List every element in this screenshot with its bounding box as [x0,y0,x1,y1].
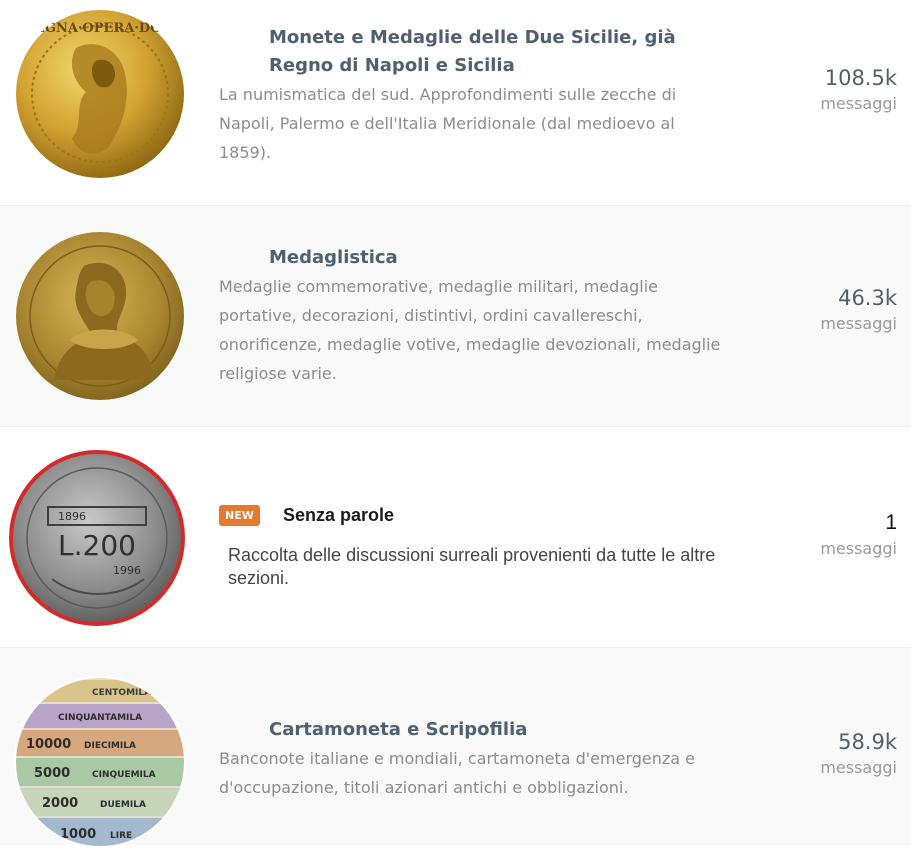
forum-description: Raccolta delle discussioni surreali prov… [228,545,716,588]
forum-row: 1896 L.200 1996 NEW Senza parole Raccolt… [0,427,911,648]
post-count: 1 [885,511,897,534]
forum-title-link[interactable]: Senza parole [283,505,394,525]
forum-row: REGNA·OPERA·DOM Monete e Medaglie delle … [0,0,911,206]
note-label: CINQUEMILA [92,770,156,780]
forum-stats: 58.9k messaggi [787,728,897,780]
forum-content: Cartamoneta e Scripofilia Banconote ital… [219,716,739,802]
coin-inscription: REGNA·OPERA·DOM [24,21,176,36]
post-count: 108.5k [824,66,897,90]
forum-row: Medaglistica Medaglie commemorative, med… [0,206,911,427]
post-count-label: messaggi [820,758,897,777]
forum-thumbnail-silver-coin[interactable]: 1896 L.200 1996 [8,449,186,627]
forum-stats: 108.5k messaggi [787,64,897,116]
forum-row: CENTOMILA CINQUANTAMILA 10000 DIECIMILA … [0,648,911,848]
forum-thumbnail-banknotes[interactable]: CENTOMILA CINQUANTAMILA 10000 DIECIMILA … [14,676,186,848]
note-label: 10000 [26,737,71,752]
note-label: DUEMILA [100,800,146,810]
forum-stats: 1 messaggi [787,509,897,561]
forum-thumbnail-gold-coin[interactable]: REGNA·OPERA·DOM [14,8,186,180]
post-count-label: messaggi [820,94,897,113]
forum-content: Monete e Medaglie delle Due Sicilie, già… [219,24,739,167]
forum-content: Medaglistica Medaglie commemorative, med… [219,244,739,388]
note-label: LIRE [110,831,132,841]
forum-stats: 46.3k messaggi [787,284,897,336]
coin-value: L.200 [58,529,136,562]
forum-description: Banconote italiane e mondiali, cartamone… [219,749,696,797]
note-label: 5000 [34,766,70,781]
note-label: DIECIMILA [84,741,136,751]
forum-title-link[interactable]: Cartamoneta e Scripofilia [269,719,527,740]
note-label: 2000 [42,796,78,811]
forum-title-link[interactable]: Medaglistica [269,247,398,268]
forum-description: Medaglie commemorative, medaglie militar… [219,277,721,383]
post-count-label: messaggi [820,314,897,333]
forum-content: NEW Senza parole Raccolta delle discussi… [219,505,739,590]
new-badge: NEW [219,505,260,526]
post-count: 46.3k [838,286,897,310]
forum-description: La numismatica del sud. Approfondimenti … [219,85,677,162]
post-count-label: messaggi [820,539,897,558]
forum-title-link[interactable]: Monete e Medaglie delle Due Sicilie, già… [219,24,739,80]
note-label: CINQUANTAMILA [58,713,142,723]
coin-year-right: 1996 [113,564,141,577]
note-label: CENTOMILA [92,688,151,698]
forum-thumbnail-bronze-medal[interactable] [14,230,186,402]
coin-year-left: 1896 [58,510,86,523]
post-count: 58.9k [838,730,897,754]
